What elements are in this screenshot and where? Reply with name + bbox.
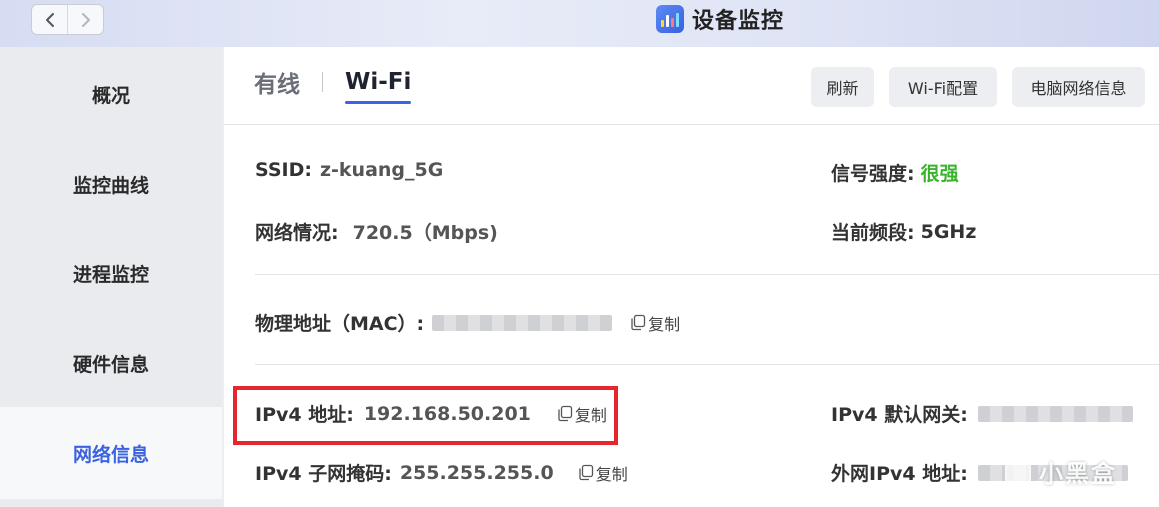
subnet-mask-value: 255.255.255.0 xyxy=(399,461,554,484)
mac-row: 物理地址（MAC）: 复制 xyxy=(255,309,680,336)
bar-chart-icon xyxy=(656,5,684,33)
sidebar-item-monitor-curves[interactable]: 监控曲线 xyxy=(0,139,222,229)
tab-wired[interactable]: 有线 xyxy=(254,65,300,105)
copy-label: 复制 xyxy=(648,314,681,334)
wifi-config-button[interactable]: Wi-Fi配置 xyxy=(889,67,997,107)
sidebar-item-process-monitor[interactable]: 进程监控 xyxy=(0,228,222,318)
current-band-label: 当前频段: xyxy=(831,222,915,244)
section-divider xyxy=(255,274,1159,275)
network-status-label: 网络情况: xyxy=(255,222,339,244)
sidebar-item-overview[interactable]: 概况 xyxy=(0,49,222,139)
copy-mac-button[interactable]: 复制 xyxy=(630,311,680,335)
copy-icon xyxy=(631,314,646,331)
default-gateway-row: IPv4 默认网关: xyxy=(831,400,1133,427)
ssid-row: SSID: z-kuang_5G xyxy=(255,159,443,181)
copy-icon xyxy=(579,464,593,481)
copy-label: 复制 xyxy=(595,464,628,484)
subnet-mask-label: IPv4 子网掩码: xyxy=(255,463,392,485)
sidebar-item-label: 进程监控 xyxy=(73,263,150,286)
tab-bar: 有线 Wi-Fi xyxy=(254,65,412,105)
public-ipv4-label: 外网IPv4 地址: xyxy=(831,463,968,485)
signal-strength-row: 信号强度: 很强 xyxy=(831,159,959,186)
sidebar-item-network-info[interactable]: 网络信息 xyxy=(0,407,222,499)
sidebar-item-label: 网络信息 xyxy=(73,443,150,466)
signal-strength-value: 很强 xyxy=(920,163,959,185)
pc-network-info-button[interactable]: 电脑网络信息 xyxy=(1012,67,1145,107)
sidebar-item-hardware-info[interactable]: 硬件信息 xyxy=(0,318,222,408)
default-gateway-value-redacted xyxy=(977,405,1133,422)
copy-subnet-button[interactable]: 复制 xyxy=(578,461,628,485)
section-divider xyxy=(255,364,1159,365)
nav-button-group xyxy=(31,4,104,35)
network-status-row: 网络情况: 720.5（Mbps) xyxy=(255,218,498,245)
sidebar: 概况 监控曲线 进程监控 硬件信息 网络信息 xyxy=(0,47,222,507)
refresh-button[interactable]: 刷新 xyxy=(811,67,874,107)
chevron-right-icon xyxy=(81,12,90,27)
tab-divider xyxy=(322,72,323,92)
app-title: 设备监控 xyxy=(692,9,785,34)
watermark-text: 小黑盒 xyxy=(1039,460,1117,488)
watermark-logo-icon xyxy=(1005,458,1031,485)
sidebar-item-label: 概况 xyxy=(92,84,131,107)
header-divider xyxy=(224,124,1159,125)
sidebar-item-label: 硬件信息 xyxy=(73,353,150,376)
device-monitor-window: 设备监控 概况 监控曲线 进程监控 硬件信息 网络信息 有线 Wi-Fi 刷新 … xyxy=(0,0,1159,507)
signal-strength-label: 信号强度: xyxy=(831,163,915,185)
tab-wifi[interactable]: Wi-Fi xyxy=(345,69,412,104)
watermark: 小黑盒 xyxy=(1005,454,1117,489)
ssid-value: z-kuang_5G xyxy=(319,159,444,181)
title-bar: 设备监控 xyxy=(0,0,1159,47)
highlight-box xyxy=(233,386,618,445)
current-band-value: 5GHz xyxy=(920,220,977,243)
back-button[interactable] xyxy=(32,5,67,34)
mac-value-redacted xyxy=(432,314,613,331)
sidebar-item-label: 监控曲线 xyxy=(73,174,150,197)
default-gateway-label: IPv4 默认网关: xyxy=(831,404,968,426)
mac-label: 物理地址（MAC）: xyxy=(255,313,425,335)
forward-button[interactable] xyxy=(67,5,103,34)
current-band-row: 当前频段: 5GHz xyxy=(831,218,976,245)
app-title-group: 设备监控 xyxy=(656,4,784,34)
network-status-value: 720.5（Mbps) xyxy=(352,222,498,244)
chevron-left-icon xyxy=(45,12,54,27)
ssid-label: SSID: xyxy=(255,159,312,181)
subnet-mask-row: IPv4 子网掩码: 255.255.255.0 复制 xyxy=(255,459,628,486)
